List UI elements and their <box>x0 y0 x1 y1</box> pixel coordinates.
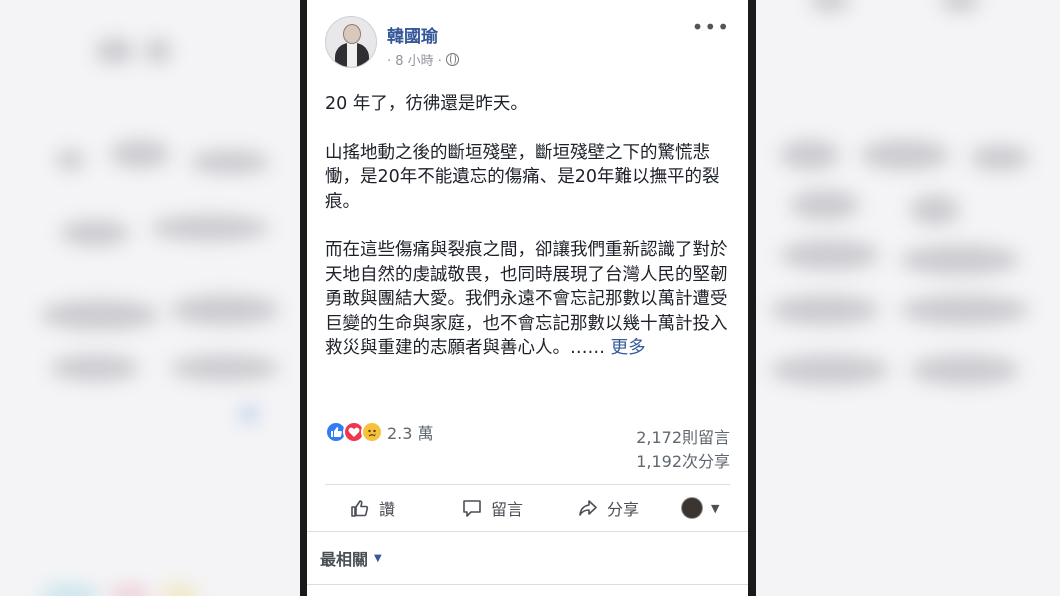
see-more-link[interactable]: 更多 <box>611 338 646 358</box>
divider <box>307 584 748 585</box>
post-paragraph: 山搖地動之後的斷垣殘壁，斷垣殘壁之下的驚慌悲慟，是20年不能遺忘的傷痛、是20年… <box>325 142 720 212</box>
blurred-background-right <box>750 0 1060 596</box>
post-paragraph: 而在這些傷痛與裂痕之間，卻讓我們重新認識了對於天地自然的虔誠敬畏，也同時展現了台… <box>325 240 728 358</box>
comment-button[interactable]: 留言 <box>461 496 523 520</box>
globe-icon <box>445 53 459 66</box>
shares-count[interactable]: 1,192次分享 <box>636 448 730 472</box>
comments-sort-dropdown[interactable]: 最相關 ▼ <box>320 546 382 570</box>
chevron-down-icon: ▼ <box>374 552 382 564</box>
reactions-count: 2.3 萬 <box>387 424 434 443</box>
blurred-background-left <box>0 0 306 596</box>
comments-sort-label: 最相關 <box>320 550 369 569</box>
comment-icon <box>463 500 481 517</box>
comment-button-label: 留言 <box>491 500 524 519</box>
audience-selector[interactable]: ▼ <box>681 497 719 519</box>
divider <box>307 531 748 532</box>
share-button-label: 分享 <box>607 500 640 519</box>
profile-avatar-icon <box>681 497 703 519</box>
frame-edge-right <box>748 0 756 596</box>
post-body: 20 年了，彷彿還是昨天。 山搖地動之後的斷垣殘壁，斷垣殘壁之下的驚慌悲慟，是2… <box>325 92 735 385</box>
like-button[interactable]: 讚 <box>349 496 395 520</box>
thumbs-up-icon <box>351 500 369 517</box>
post-meta: · 8 小時 · <box>387 50 459 69</box>
post-timestamp[interactable]: · 8 小時 · <box>387 50 442 69</box>
author-name[interactable]: 韓國瑜 <box>387 22 438 47</box>
post-paragraph: 20 年了，彷彿還是昨天。 <box>325 94 528 114</box>
chevron-down-icon: ▼ <box>711 501 720 515</box>
comments-count[interactable]: 2,172則留言 <box>636 424 730 448</box>
author-avatar[interactable] <box>325 16 377 68</box>
post-action-bar: 讚 留言 分享 ▼ <box>325 492 730 524</box>
like-button-label: 讚 <box>379 500 396 519</box>
share-button[interactable]: 分享 <box>577 496 639 520</box>
share-icon <box>579 500 597 516</box>
sad-reaction-icon <box>361 421 383 443</box>
more-options-icon[interactable]: ••• <box>692 17 730 37</box>
facebook-post-card: 韓國瑜 · 8 小時 · ••• 20 年了，彷彿還是昨天。 山搖地動之後的斷垣… <box>307 0 748 596</box>
reactions-summary[interactable]: 2.3 萬 <box>325 420 434 444</box>
divider <box>325 484 730 485</box>
